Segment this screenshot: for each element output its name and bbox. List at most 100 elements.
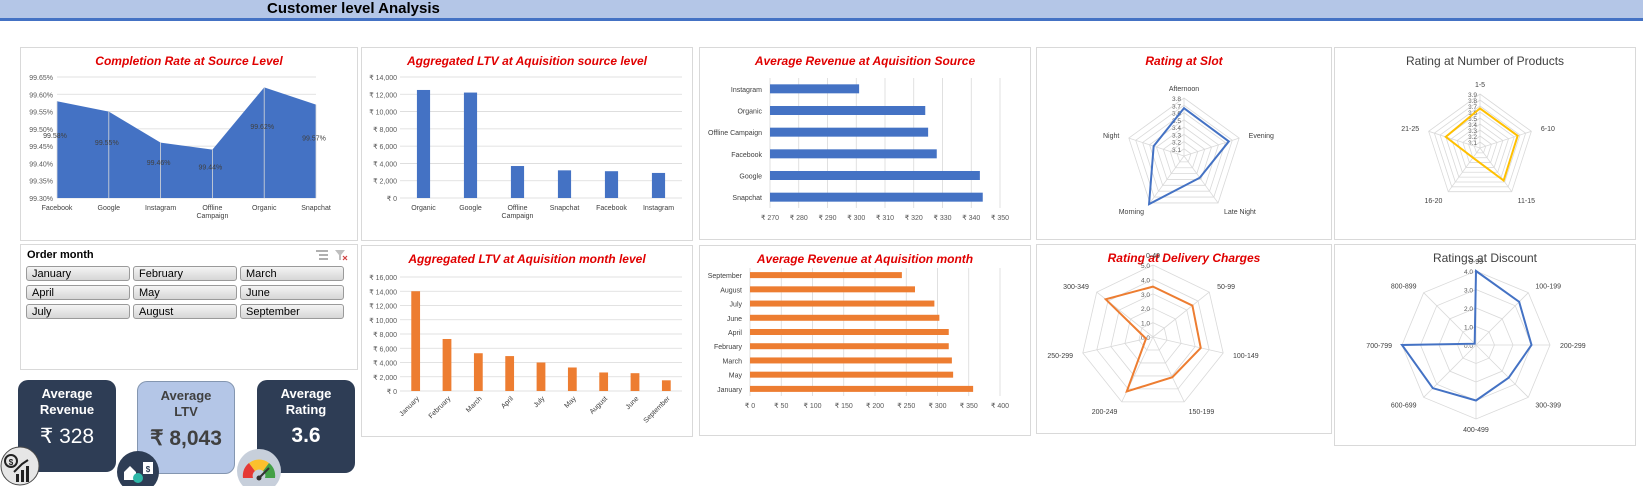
slicer-item-february[interactable]: February	[133, 266, 237, 281]
kpi-value: 3.6	[291, 424, 321, 447]
x-tick-label: ₹ 280	[790, 214, 808, 222]
x-tick-label: Instagram	[643, 205, 674, 212]
ltv-source-panel[interactable]: Aggregated LTV at Aquisition source leve…	[361, 47, 693, 241]
radar-axis-label: 100-149	[1233, 353, 1259, 360]
bar	[770, 106, 926, 115]
data-label: 99.58%	[43, 133, 67, 140]
y-tick-label: ₹ 14,000	[369, 288, 397, 296]
multi-select-icon[interactable]	[316, 250, 328, 260]
revenue-month-panel[interactable]: Average Revenue at Aquisition month ₹ 0 ₹…	[699, 245, 1031, 436]
y-tick-label: ₹ 12,000	[369, 303, 397, 311]
kpi-label: Average LTV	[160, 388, 212, 419]
radar-axis-label: 700-799	[1366, 343, 1392, 350]
radar-spoke	[1447, 147, 1481, 192]
bar	[536, 362, 546, 391]
x-tick-label: ₹ 200	[866, 402, 884, 410]
radar-tick-label: 1.0	[1464, 325, 1473, 332]
x-tick-label: Facebook	[596, 205, 627, 212]
data-label: 99.46%	[147, 160, 171, 167]
radar-axis-label: 300-349	[1063, 284, 1089, 291]
bar	[750, 272, 902, 279]
x-tick-label: Snapchat	[550, 205, 580, 212]
delivery-rating-panel[interactable]: Rating at Delivery Charges 0.01.02.03.04…	[1036, 244, 1332, 434]
radar-axis-label: 400-499	[1463, 427, 1489, 434]
bar	[770, 149, 937, 159]
y-tick-label: 99.55%	[29, 110, 53, 117]
bar	[750, 343, 949, 350]
slicer-item-june[interactable]: June	[240, 285, 344, 300]
bar	[416, 89, 431, 198]
y-tick-label: ₹ 6,000	[373, 345, 397, 353]
y-tick-label: Snapchat	[732, 195, 762, 202]
discount-rating-chart: 0.01.02.03.04.00-99100-199200-299300-399…	[1366, 259, 1586, 434]
radar-tick-label: 4.0	[1141, 277, 1150, 284]
data-label: 99.57%	[302, 135, 326, 142]
slicer-item-september[interactable]: September	[240, 304, 344, 319]
dashboard-title: Customer level Analysis	[267, 0, 440, 17]
y-tick-label: ₹ 2,000	[373, 178, 397, 186]
x-tick-label: Organic	[252, 205, 277, 212]
x-tick-label: ₹ 270	[761, 214, 779, 222]
y-tick-label: Organic	[737, 109, 762, 116]
bar	[505, 356, 515, 391]
slicer-item-july[interactable]: July	[26, 304, 130, 319]
y-tick-label: May	[729, 373, 743, 380]
y-tick-label: 99.30%	[29, 196, 53, 203]
radar-tick-label: 3.9	[1468, 92, 1477, 99]
radar-axis-label: 0-99	[1469, 259, 1483, 266]
slicer-item-march[interactable]: March	[240, 266, 344, 281]
revenue-month-chart: ₹ 0 ₹ 50 ₹ 100 ₹ 150 ₹ 200 ₹ 250 ₹ 300 ₹ 350 ₹ 4…	[708, 268, 1009, 410]
x-tick-label: ₹ 320	[905, 214, 923, 222]
revenue-source-panel[interactable]: Average Revenue at Aquisition Source ₹ 2…	[699, 47, 1031, 240]
delivery-rating-chart: 0.01.02.03.04.05.00-4950-99100-149150-19…	[1047, 253, 1259, 416]
y-tick-label: Offline Campaign	[708, 130, 762, 137]
bar	[604, 171, 619, 198]
radar-axis-label: 250-299	[1047, 353, 1073, 360]
clear-filter-icon[interactable]	[335, 250, 348, 261]
customer-money-icon: $	[117, 451, 159, 486]
revenue-source-chart: ₹ 270 ₹ 280 ₹ 290 ₹ 300 ₹ 310 ₹ 320 ₹ 330 ₹ 340…	[708, 78, 1009, 222]
radar-axis-label: 11-15	[1518, 198, 1535, 205]
y-tick-label: ₹ 14,000	[369, 74, 397, 82]
bar	[750, 286, 915, 293]
products-rating-chart: 3.13.23.33.43.53.63.73.83.91-56-1011-151…	[1401, 82, 1555, 205]
order-month-slicer[interactable]: Order month January February March April May…	[20, 244, 358, 370]
radar-axis-label: Morning	[1119, 209, 1144, 216]
radar-tick-label: 3.8	[1172, 96, 1181, 103]
ltv-month-chart: ₹ 0 ₹ 2,000 ₹ 4,000 ₹ 6,000 ₹ 8,000 ₹ 10,000 ₹…	[369, 274, 682, 425]
radar-axis-label: 50-99	[1217, 284, 1235, 291]
x-tick-label: September	[643, 395, 673, 425]
x-tick-label: ₹ 310	[876, 214, 894, 222]
y-tick-label: February	[714, 344, 743, 351]
x-tick-label: Facebook	[42, 205, 73, 212]
slicer-item-may[interactable]: May	[133, 285, 237, 300]
x-tick-label: ₹ 100	[803, 402, 821, 410]
kpi-label: Average Rating	[280, 386, 332, 417]
radar-series	[1147, 106, 1231, 206]
x-tick-label: Google	[98, 205, 121, 212]
completion-rate-chart: 99.30%99.35%99.40%99.45%99.50%99.55%99.6…	[29, 75, 331, 220]
svg-text:$: $	[9, 458, 14, 467]
y-tick-label: 99.35%	[29, 179, 53, 186]
x-tick-label: ₹ 350	[991, 214, 1009, 222]
y-tick-label: ₹ 4,000	[373, 160, 397, 168]
bar	[651, 172, 666, 198]
products-rating-panel[interactable]: Rating at Number of Products 3.1 3.2 3.3 3.…	[1334, 47, 1636, 240]
bar	[411, 291, 421, 391]
x-tick-label: Snapchat	[301, 205, 331, 212]
y-tick-label: ₹ 8,000	[373, 331, 397, 339]
rating-gauge-icon	[237, 449, 281, 486]
y-tick-label: ₹ 0	[387, 195, 397, 203]
slicer-item-january[interactable]: January	[26, 266, 130, 281]
y-tick-label: August	[720, 287, 742, 294]
bar	[750, 314, 940, 321]
slot-rating-panel[interactable]: Rating at Slot 3.1 3.2 3.3 3.4 3.5 3.6 3.7 3.8 A…	[1036, 47, 1332, 240]
x-tick-label: Offline	[202, 205, 222, 212]
slicer-item-august[interactable]: August	[133, 304, 237, 319]
slicer-item-april[interactable]: April	[26, 285, 130, 300]
ltv-month-panel[interactable]: Aggregated LTV at Aquisition month level…	[361, 245, 693, 437]
radar-axis-label: 200-299	[1560, 343, 1586, 350]
completion-rate-panel[interactable]: Completion Rate at Source Level 99.30% 99…	[20, 47, 358, 241]
discount-rating-panel[interactable]: Ratings at Discount 0.0 1.0 2.0 3.0 4.0 0-99 1…	[1334, 244, 1636, 446]
bar	[442, 338, 452, 391]
